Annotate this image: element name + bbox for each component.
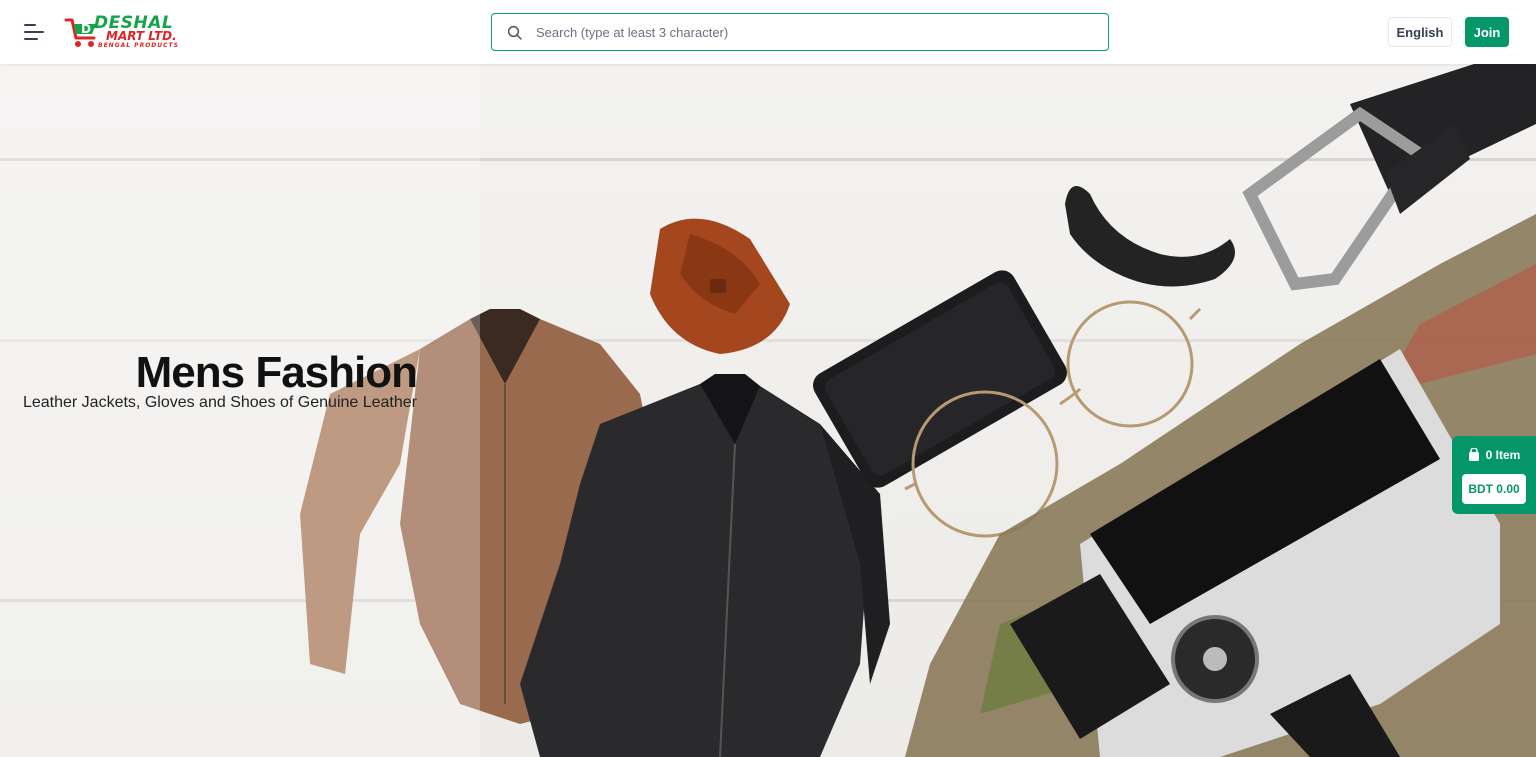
site-logo[interactable]: D DESHAL MART LTD. BENGAL PRODUCTS: [64, 14, 196, 50]
cart-total: BDT 0.00: [1462, 474, 1526, 504]
language-button[interactable]: English: [1388, 17, 1452, 47]
join-button[interactable]: Join: [1465, 17, 1509, 47]
logo-tagline: BENGAL PRODUCTS: [98, 42, 179, 49]
menu-icon[interactable]: [20, 18, 50, 46]
search-bar: [491, 13, 1109, 51]
logo-line2: MART LTD.: [106, 29, 177, 43]
hero-banner: Mens Fashion Leather Jackets, Gloves and…: [0, 64, 1536, 757]
cart-widget[interactable]: 0 Item BDT 0.00: [1452, 436, 1536, 514]
leather-bag-image: [650, 218, 790, 354]
shopping-bag-icon: [1468, 448, 1479, 461]
cart-items: 0 Item: [1452, 445, 1536, 465]
search-icon[interactable]: [506, 24, 524, 42]
hero-title: Mens Fashion: [135, 348, 418, 397]
site-header: D DESHAL MART LTD. BENGAL PRODUCTS Engli…: [0, 0, 1536, 64]
cart-items-label: 0 Item: [1485, 448, 1521, 462]
search-input[interactable]: [536, 14, 1096, 50]
hero-subtitle: Leather Jackets, Gloves and Shoes of Gen…: [22, 394, 417, 411]
svg-text:D: D: [81, 22, 91, 36]
mustache-image: [1065, 186, 1235, 287]
